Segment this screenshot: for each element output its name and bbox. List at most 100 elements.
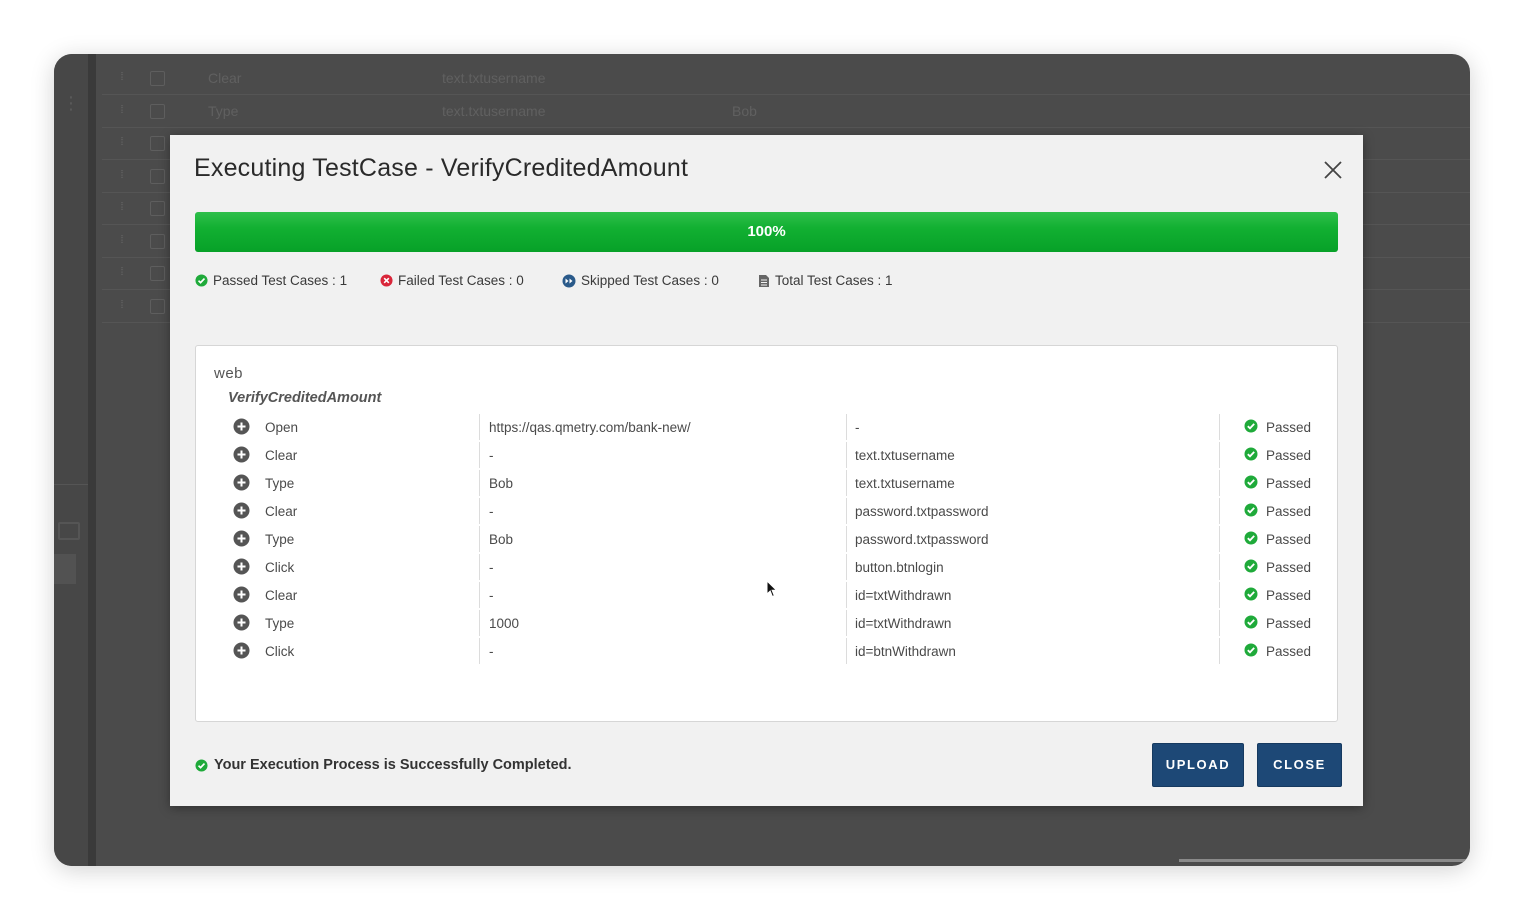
bg-row-locator: text.txtusername bbox=[442, 70, 546, 86]
app-window: ⋮ ⁞⁞ Clear text.txtusername ⁞⁞ Type text.txtu… bbox=[54, 54, 1470, 866]
step-action: Type bbox=[265, 616, 295, 631]
close-icon[interactable] bbox=[1320, 157, 1346, 183]
column-divider bbox=[479, 526, 480, 552]
bg-row-value: Bob bbox=[732, 102, 757, 119]
column-divider bbox=[479, 414, 480, 440]
completion-message-text: Your Execution Process is Successfully C… bbox=[214, 757, 572, 773]
total-stat: Total Test Cases : 1 bbox=[758, 273, 893, 288]
step-locator: text.txtusername bbox=[855, 448, 955, 463]
column-divider bbox=[479, 442, 480, 468]
step-locator: password.txtpassword bbox=[855, 532, 989, 547]
expand-plus-icon[interactable] bbox=[233, 446, 250, 463]
expand-plus-icon[interactable] bbox=[233, 558, 250, 575]
completion-message: Your Execution Process is Successfully C… bbox=[195, 757, 572, 773]
step-action: Click bbox=[265, 644, 295, 659]
step-row: Clear - text.txtusername Passed bbox=[196, 442, 1337, 470]
step-row: Type 1000 id=txtWithdrawn Passed bbox=[196, 610, 1337, 638]
progress-label: 100% bbox=[747, 223, 786, 240]
step-action: Type bbox=[265, 532, 295, 547]
step-action: Clear bbox=[265, 504, 298, 519]
step-status-label: Passed bbox=[1266, 476, 1312, 491]
results-panel: web VerifyCreditedAmount Open https://qas… bbox=[195, 345, 1338, 722]
passed-check-icon bbox=[1244, 447, 1258, 460]
step-value: Bob bbox=[489, 532, 514, 547]
step-value: - bbox=[489, 448, 494, 463]
expand-plus-icon[interactable] bbox=[233, 614, 250, 631]
skipped-icon bbox=[562, 274, 576, 287]
bg-drag-handle-icon: ⁞⁞ bbox=[120, 103, 124, 116]
bg-row-checkbox bbox=[150, 168, 165, 184]
document-icon bbox=[759, 274, 769, 287]
bg-sidebar-divider bbox=[54, 484, 88, 485]
bg-sidebar-item bbox=[54, 554, 76, 584]
column-divider bbox=[479, 582, 480, 608]
column-divider bbox=[479, 638, 480, 664]
expand-plus-icon[interactable] bbox=[233, 642, 250, 659]
passed-check-icon bbox=[1244, 531, 1258, 544]
bg-row-action: Type bbox=[208, 102, 239, 119]
failed-stat-label: Failed Test Cases : 0 bbox=[398, 273, 524, 288]
column-divider bbox=[846, 498, 847, 524]
column-divider bbox=[1219, 582, 1220, 608]
failed-x-icon bbox=[380, 274, 393, 287]
step-locator: button.btnlogin bbox=[855, 560, 944, 575]
bg-scrollbar bbox=[1179, 859, 1470, 862]
column-divider bbox=[846, 554, 847, 580]
bg-drag-handle-icon: ⁞⁞ bbox=[120, 71, 124, 83]
column-divider bbox=[846, 582, 847, 608]
step-status-label: Passed bbox=[1266, 504, 1312, 519]
execution-dialog: Executing TestCase - VerifyCreditedAmoun… bbox=[170, 135, 1363, 806]
bg-drag-handle-icon: ⁞⁞ bbox=[120, 201, 124, 213]
column-divider bbox=[1219, 470, 1220, 496]
column-divider bbox=[1219, 638, 1220, 664]
step-value: - bbox=[489, 560, 494, 575]
expand-plus-icon[interactable] bbox=[233, 530, 250, 547]
column-divider bbox=[1219, 442, 1220, 468]
column-divider bbox=[846, 442, 847, 468]
passed-check-icon bbox=[1244, 503, 1258, 516]
bg-row-action: Clear bbox=[208, 70, 242, 86]
passed-stat: Passed Test Cases : 1 bbox=[195, 273, 347, 288]
step-action: Open bbox=[265, 420, 299, 435]
bg-row-checkbox bbox=[150, 298, 165, 314]
step-status: Passed bbox=[1244, 584, 1311, 603]
failed-stat: Failed Test Cases : 0 bbox=[380, 273, 524, 288]
step-value: - bbox=[489, 588, 494, 603]
bg-table-row: ⁞⁞ Clear text.txtusername bbox=[102, 62, 1470, 95]
passed-check-icon bbox=[1244, 587, 1258, 600]
step-row: Type Bob text.txtusername Passed bbox=[196, 470, 1337, 498]
expand-plus-icon[interactable] bbox=[233, 474, 250, 491]
bg-kebab-icon: ⋮ bbox=[62, 93, 80, 113]
column-divider bbox=[1219, 414, 1220, 440]
skipped-stat: Skipped Test Cases : 0 bbox=[562, 273, 719, 288]
column-divider bbox=[479, 470, 480, 496]
bg-row-checkbox bbox=[150, 71, 165, 86]
bg-row-checkbox bbox=[150, 103, 165, 119]
expand-plus-icon[interactable] bbox=[233, 418, 250, 435]
step-locator: text.txtusername bbox=[855, 476, 955, 491]
dialog-title: Executing TestCase - VerifyCreditedAmoun… bbox=[194, 154, 689, 182]
step-status: Passed bbox=[1244, 500, 1311, 519]
column-divider bbox=[846, 610, 847, 636]
close-button[interactable]: CLOSE bbox=[1257, 743, 1342, 787]
step-status: Passed bbox=[1244, 416, 1311, 435]
bg-row-checkbox bbox=[150, 201, 165, 216]
step-locator: id=txtWithdrawn bbox=[855, 588, 952, 603]
step-status-label: Passed bbox=[1266, 644, 1312, 659]
step-row: Type Bob password.txtpassword Passed bbox=[196, 526, 1337, 554]
step-status: Passed bbox=[1244, 528, 1311, 547]
step-status-label: Passed bbox=[1266, 532, 1312, 547]
expand-plus-icon[interactable] bbox=[233, 502, 250, 519]
bg-drag-handle-icon: ⁞⁞ bbox=[120, 233, 124, 246]
step-locator: - bbox=[855, 420, 860, 435]
step-status: Passed bbox=[1244, 612, 1311, 631]
bg-drag-handle-icon: ⁞⁞ bbox=[120, 266, 124, 278]
upload-button[interactable]: UPLOAD bbox=[1152, 743, 1244, 787]
step-locator: id=txtWithdrawn bbox=[855, 616, 952, 631]
bg-table-row: ⁞⁞ Type text.txtusername Bob bbox=[102, 95, 1470, 128]
column-divider bbox=[846, 470, 847, 496]
expand-plus-icon[interactable] bbox=[233, 586, 250, 603]
step-value: - bbox=[489, 504, 494, 519]
step-row: Click - id=btnWithdrawn Passed bbox=[196, 638, 1337, 666]
column-divider bbox=[1219, 610, 1220, 636]
